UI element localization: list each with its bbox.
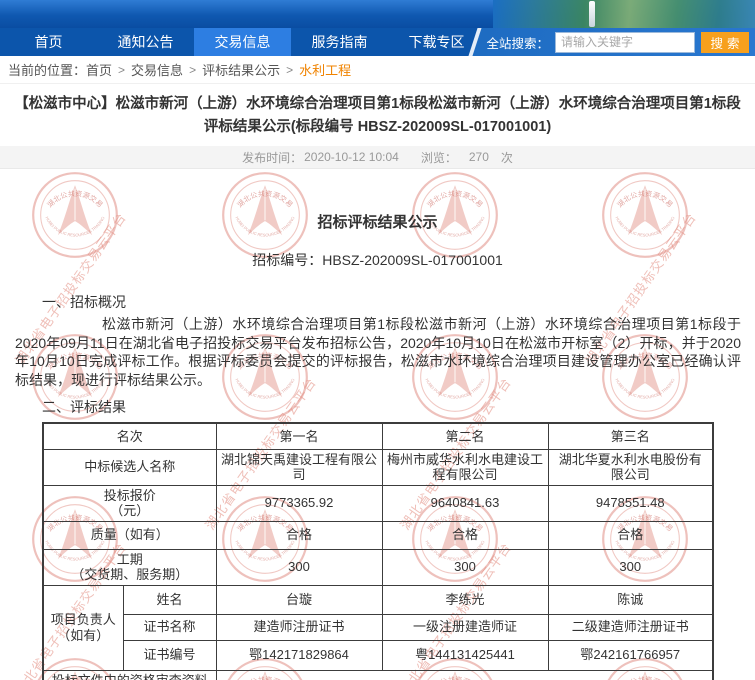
breadcrumb-separator: > xyxy=(286,63,293,77)
cell-duration-2: 300 xyxy=(382,549,548,585)
banner-photo xyxy=(493,0,755,28)
cell-rank-second: 第二名 xyxy=(382,423,548,449)
search-button[interactable]: 搜索 xyxy=(701,32,749,53)
cell-candidate-label: 中标候选人名称 xyxy=(43,449,216,485)
bid-number-value: HBSZ-202009SL-017001001 xyxy=(322,252,503,268)
cell-quality-3: 合格 xyxy=(548,521,713,549)
publish-time-value: 2020-10-12 10:04 xyxy=(304,150,399,164)
main-nav: 首页 通知公告 交易信息 服务指南 下载专区 全站搜索： 搜索 xyxy=(0,28,755,56)
cell-cert-name-1: 建造师注册证书 xyxy=(216,614,382,640)
section-1-title: 一、招标概况 xyxy=(42,292,755,312)
svg-text:湖北公共资源交易: 湖北公共资源交易 xyxy=(235,189,294,209)
cell-leader-name-2: 李练光 xyxy=(382,585,548,614)
views-label: 浏览： xyxy=(421,149,457,166)
publish-time-label: 发布时间： xyxy=(242,149,302,166)
bid-number-line: 招标编号：HBSZ-202009SL-017001001 xyxy=(0,250,755,270)
table-row-price: 投标报价 （元） 9773365.92 9640841.63 9478551.4… xyxy=(43,485,713,521)
nav-item-service-guide[interactable]: 服务指南 xyxy=(291,28,388,56)
table-row-header: 名次 第一名 第二名 第三名 xyxy=(43,423,713,449)
table-row-leader-name: 项目负责人（如有） 姓名 台璇 李练光 陈诚 xyxy=(43,585,713,614)
cell-cert-name-3: 二级建造师注册证书 xyxy=(548,614,713,640)
breadcrumb-prefix: 当前的位置： xyxy=(8,60,86,79)
table-row-candidate: 中标候选人名称 湖北锦天禹建设工程有限公司 梅州市威华水利水电建设工程有限公司 … xyxy=(43,449,713,485)
cell-qualification-label: 投标文件中的资格审查资料（资格能力条件） xyxy=(43,670,216,680)
evaluation-result-table: 名次 第一名 第二名 第三名 中标候选人名称 湖北锦天禹建设工程有限公司 梅州市… xyxy=(42,422,714,680)
table-row-cert-name: 证书名称 建造师注册证书 一级注册建造师证 二级建造师注册证书 xyxy=(43,614,713,640)
page: 首页 通知公告 交易信息 服务指南 下载专区 全站搜索： 搜索 当前的位置： 首… xyxy=(0,0,755,680)
cell-rank-label: 名次 xyxy=(43,423,216,449)
cell-duration-1: 300 xyxy=(216,549,382,585)
search-label: 全站搜索： xyxy=(486,33,549,52)
publish-meta-bar: 发布时间： 2020-10-12 10:04 浏览： 270 次 xyxy=(0,146,755,169)
cell-price-label: 投标报价 （元） xyxy=(43,485,216,521)
search-input[interactable] xyxy=(555,32,695,53)
breadcrumb: 当前的位置： 首页 > 交易信息 > 评标结果公示 > 水利工程 xyxy=(0,56,755,84)
search-zone: 全站搜索： 搜索 xyxy=(486,28,749,56)
breadcrumb-separator: > xyxy=(189,63,196,77)
cell-rank-first: 第一名 xyxy=(216,423,382,449)
duration-label-line2: （交货期、服务期） xyxy=(48,567,212,583)
views-count: 270 xyxy=(469,150,489,164)
cell-candidate-3: 湖北华夏水利水电股份有限公司 xyxy=(548,449,713,485)
bid-number-label: 招标编号： xyxy=(252,252,322,268)
section-1-body: 松滋市新河（上游）水环境综合治理项目第1标段松滋市新河（上游）水环境综合治理项目… xyxy=(15,315,741,389)
cell-qualification-value: 见本公示下方附件（如有） xyxy=(216,670,713,680)
cell-quality-label: 质量（如有） xyxy=(43,521,216,549)
cell-cert-no-1: 鄂142171829864 xyxy=(216,640,382,670)
banner-tower-graphic xyxy=(589,1,595,27)
cell-cert-name-2: 一级注册建造师证 xyxy=(382,614,548,640)
nav-item-notices[interactable]: 通知公告 xyxy=(97,28,194,56)
seal-arc-text-cn: 湖北公共资源交易 xyxy=(425,189,484,209)
cell-cert-no-3: 鄂242161766957 xyxy=(548,640,713,670)
table-row-qualification: 投标文件中的资格审查资料（资格能力条件） 见本公示下方附件（如有） xyxy=(43,670,713,680)
svg-text:湖北公共资源交易: 湖北公共资源交易 xyxy=(615,189,674,209)
cell-quality-2: 合格 xyxy=(382,521,548,549)
seal-arc-text-cn: 湖北公共资源交易 xyxy=(45,189,104,209)
svg-text:湖北公共资源交易: 湖北公共资源交易 xyxy=(45,189,104,209)
cell-cert-no-2: 粤144131425441 xyxy=(382,640,548,670)
cell-leader-name-3: 陈诚 xyxy=(548,585,713,614)
svg-text:湖北公共资源交易: 湖北公共资源交易 xyxy=(425,189,484,209)
document-content: 招标评标结果公示 招标编号：HBSZ-202009SL-017001001 一、… xyxy=(0,211,755,680)
top-banner xyxy=(0,0,755,28)
nav-item-trade-info[interactable]: 交易信息 xyxy=(194,28,291,56)
price-label-line1: 投标报价 xyxy=(48,488,212,504)
cell-duration-3: 300 xyxy=(548,549,713,585)
cell-cert-name-label: 证书名称 xyxy=(123,614,216,640)
cell-price-1: 9773365.92 xyxy=(216,485,382,521)
cell-rank-third: 第三名 xyxy=(548,423,713,449)
cell-candidate-2: 梅州市威华水利水电建设工程有限公司 xyxy=(382,449,548,485)
cell-candidate-1: 湖北锦天禹建设工程有限公司 xyxy=(216,449,382,485)
table-row-duration: 工期 （交货期、服务期） 300 300 300 xyxy=(43,549,713,585)
breadcrumb-item-water-projects[interactable]: 水利工程 xyxy=(299,60,351,79)
cell-duration-label: 工期 （交货期、服务期） xyxy=(43,549,216,585)
views-unit: 次 xyxy=(501,149,513,166)
nav-item-home[interactable]: 首页 xyxy=(0,28,97,56)
cell-cert-no-label: 证书编号 xyxy=(123,640,216,670)
seal-arc-text-cn: 湖北公共资源交易 xyxy=(235,189,294,209)
page-title: 【松滋市中心】松滋市新河（上游）水环境综合治理项目第1标段松滋市新河（上游）水环… xyxy=(8,93,747,139)
cell-leader-name-label: 姓名 xyxy=(123,585,216,614)
duration-label-line1: 工期 xyxy=(48,552,212,568)
table-row-quality: 质量（如有） 合格 合格 合格 xyxy=(43,521,713,549)
breadcrumb-item-eval-results[interactable]: 评标结果公示 xyxy=(202,60,280,79)
cell-quality-1: 合格 xyxy=(216,521,382,549)
document-title: 招标评标结果公示 xyxy=(0,211,755,232)
seal-arc-text-cn: 湖北公共资源交易 xyxy=(615,189,674,209)
breadcrumb-item-trade-info[interactable]: 交易信息 xyxy=(131,60,183,79)
breadcrumb-separator: > xyxy=(118,63,125,77)
cell-price-2: 9640841.63 xyxy=(382,485,548,521)
breadcrumb-item-home[interactable]: 首页 xyxy=(86,60,112,79)
section-2-title: 二、评标结果 xyxy=(42,397,755,417)
cell-leader-name-1: 台璇 xyxy=(216,585,382,614)
table-row-cert-no: 证书编号 鄂142171829864 粤144131425441 鄂242161… xyxy=(43,640,713,670)
price-label-line2: （元） xyxy=(48,503,212,519)
cell-leader-group-label: 项目负责人（如有） xyxy=(43,585,123,670)
cell-price-3: 9478551.48 xyxy=(548,485,713,521)
